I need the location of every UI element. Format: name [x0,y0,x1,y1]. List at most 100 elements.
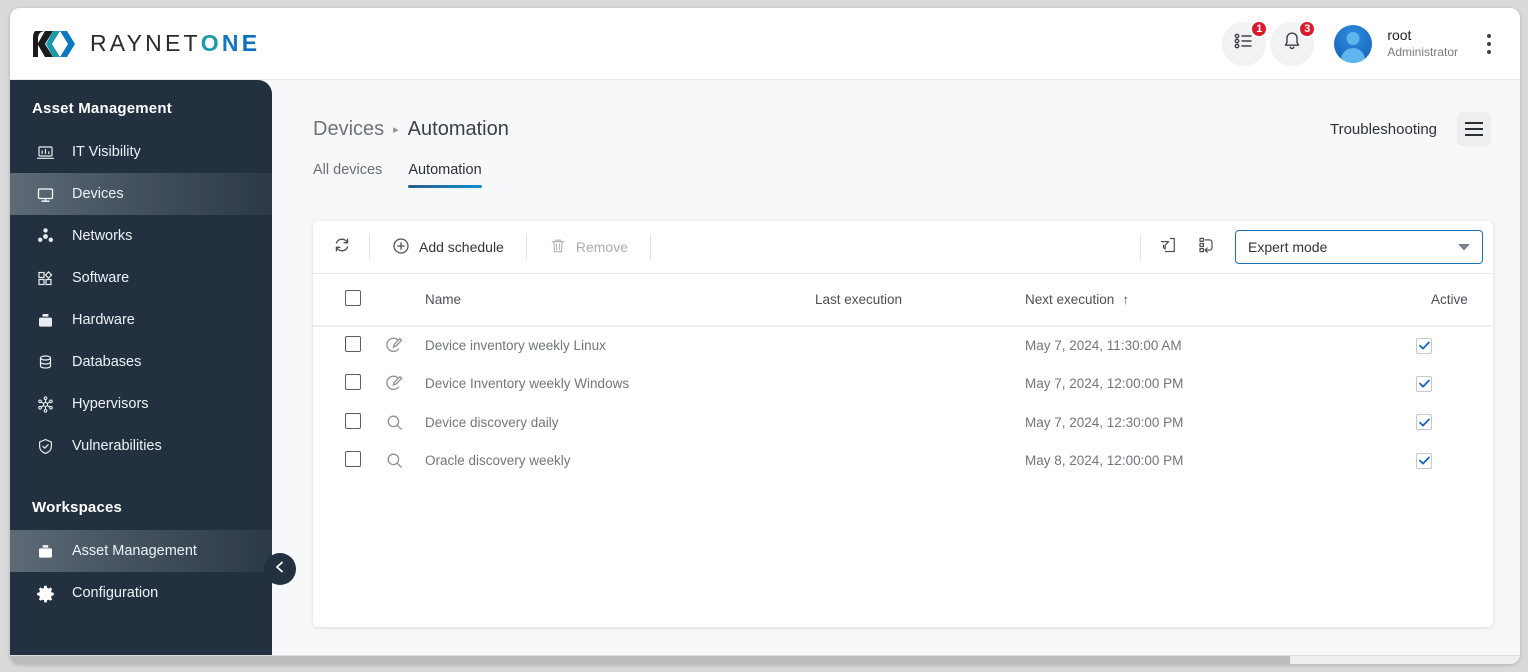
squares-diamond-icon [34,267,56,289]
row-select-cell [313,442,385,481]
row-checkbox[interactable] [345,451,361,468]
column-header-name[interactable]: Name [425,274,815,327]
briefcase-icon [34,540,56,562]
table-head: Name Last execution Next execution ↑ Acti… [313,274,1493,327]
tasks-button[interactable]: 1 [1222,19,1269,66]
breadcrumb-separator-icon: ▸ [393,123,399,136]
column-header-active[interactable]: Active [1355,274,1493,327]
user-role: Administrator [1387,44,1458,59]
user-menu[interactable]: root Administrator [1387,27,1458,60]
sidebar-item-label: Asset Management [72,543,197,559]
row-type-cell [385,326,425,365]
sidebar-item-networks[interactable]: Networks [10,215,272,257]
page-title: Automation [407,117,509,140]
row-type-cell [385,442,425,481]
sidebar-workspace-configuration[interactable]: Configuration [10,572,272,614]
table-header-row: Name Last execution Next execution ↑ Acti… [313,274,1493,327]
refresh-button[interactable] [323,228,361,266]
sidebar-workspace-asset-management[interactable]: Asset Management [10,530,272,572]
sidebar-item-label: Hypervisors [72,396,149,412]
add-schedule-button[interactable]: Add schedule [378,228,518,266]
hamburger-menu-icon[interactable] [1457,112,1491,146]
row-active-cell [1355,442,1493,481]
row-checkbox[interactable] [345,412,361,429]
tab-all-devices[interactable]: All devices [313,162,382,188]
sidebar-item-software[interactable]: Software [10,257,272,299]
breadcrumb-parent[interactable]: Devices [313,118,384,141]
select-all-checkbox[interactable] [345,290,361,306]
add-schedule-label: Add schedule [419,239,504,255]
remove-button[interactable]: Remove [535,228,642,266]
chevron-down-icon [1458,238,1470,256]
row-active-cell [1355,326,1493,365]
columns-layout-icon [1196,235,1216,260]
trash-icon [549,237,567,258]
row-name: Device discovery daily [425,414,559,430]
row-select-cell [313,326,385,365]
notifications-badge: 3 [1298,19,1317,38]
sidebar-item-label: Configuration [72,585,159,601]
top-bar: RAYNETONE 1 3 root Administrator [10,8,1520,80]
row-name: Oracle discovery weekly [425,453,571,469]
row-active-checkbox[interactable] [1416,375,1432,392]
inventory-scan-icon [385,336,425,355]
notifications-button[interactable]: 3 [1270,19,1317,66]
column-header-last-execution[interactable]: Last execution [815,274,1025,327]
sidebar-item-it-visibility[interactable]: IT Visibility [10,131,272,173]
row-next-execution: May 7, 2024, 11:30:00 AM [1025,338,1182,354]
user-name: root [1387,27,1412,44]
main-content: Devices ▸ Automation Troubleshooting All… [272,80,1520,664]
brand-logo[interactable]: RAYNETONE [32,29,260,59]
icon-header [385,274,425,327]
breadcrumb-row: Devices ▸ Automation Troubleshooting [272,80,1520,146]
table-row[interactable]: Oracle discovery weekly May 8, 2024, 12:… [313,442,1493,481]
row-name: Device Inventory weekly Windows [425,376,630,392]
row-type-cell [385,403,425,442]
sidebar-item-vulnerabilities[interactable]: Vulnerabilities [10,425,272,467]
row-next-execution: May 7, 2024, 12:00:00 PM [1025,376,1184,392]
row-checkbox[interactable] [345,336,361,353]
user-avatar[interactable] [1334,24,1373,63]
toolbar-divider [369,234,370,260]
monitor-icon [34,183,56,205]
horizontal-scrollbar[interactable] [10,655,1520,664]
scrollbar-thumb[interactable] [10,656,1290,664]
table-row[interactable]: Device Inventory weekly Windows May 7, 2… [313,365,1493,404]
chevron-left-icon [273,560,287,579]
export-button[interactable] [1149,228,1187,266]
sidebar-item-label: Vulnerabilities [72,438,162,454]
row-active-cell [1355,403,1493,442]
brand-wordmark: RAYNETONE [90,30,261,56]
table-row[interactable]: Device discovery daily May 7, 2024, 12:3… [313,403,1493,442]
more-vertical-icon[interactable] [1476,24,1502,64]
sidebar-item-devices[interactable]: Devices [10,173,272,215]
mode-select[interactable]: Expert mode [1235,230,1483,264]
sidebar-item-label: Databases [72,354,142,370]
row-active-checkbox[interactable] [1416,414,1432,431]
row-active-cell [1355,365,1493,404]
row-active-checkbox[interactable] [1416,337,1432,354]
sidebar-item-hardware[interactable]: Hardware [10,299,272,341]
table-row[interactable]: Device inventory weekly Linux May 7, 202… [313,326,1493,365]
column-header-next-execution[interactable]: Next execution ↑ [1025,274,1355,327]
toolbar-divider [649,234,651,260]
row-active-checkbox[interactable] [1416,452,1432,469]
columns-button[interactable] [1187,228,1225,266]
toolbar-divider [1140,234,1141,260]
sidebar-item-databases[interactable]: Databases [10,341,272,383]
raynet-bracket-logo-icon [32,29,78,59]
table-toolbar: Add schedule Remove Expert mode [313,221,1493,274]
hypervisor-star-icon [34,393,56,415]
troubleshooting-link[interactable]: Troubleshooting [1330,121,1437,138]
row-last-execution [815,365,1025,404]
select-all-header [313,274,385,327]
toolbox-icon [34,309,56,331]
tab-automation[interactable]: Automation [408,162,483,188]
sidebar-collapse-button[interactable] [264,553,296,585]
sidebar: Asset Management IT Visibility Devices N… [10,80,272,664]
gear-icon [34,582,56,604]
sidebar-item-label: IT Visibility [72,144,141,160]
app-window: RAYNETONE 1 3 root Administrator Asset M… [10,8,1520,664]
row-checkbox[interactable] [345,374,361,391]
sidebar-item-hypervisors[interactable]: Hypervisors [10,383,272,425]
